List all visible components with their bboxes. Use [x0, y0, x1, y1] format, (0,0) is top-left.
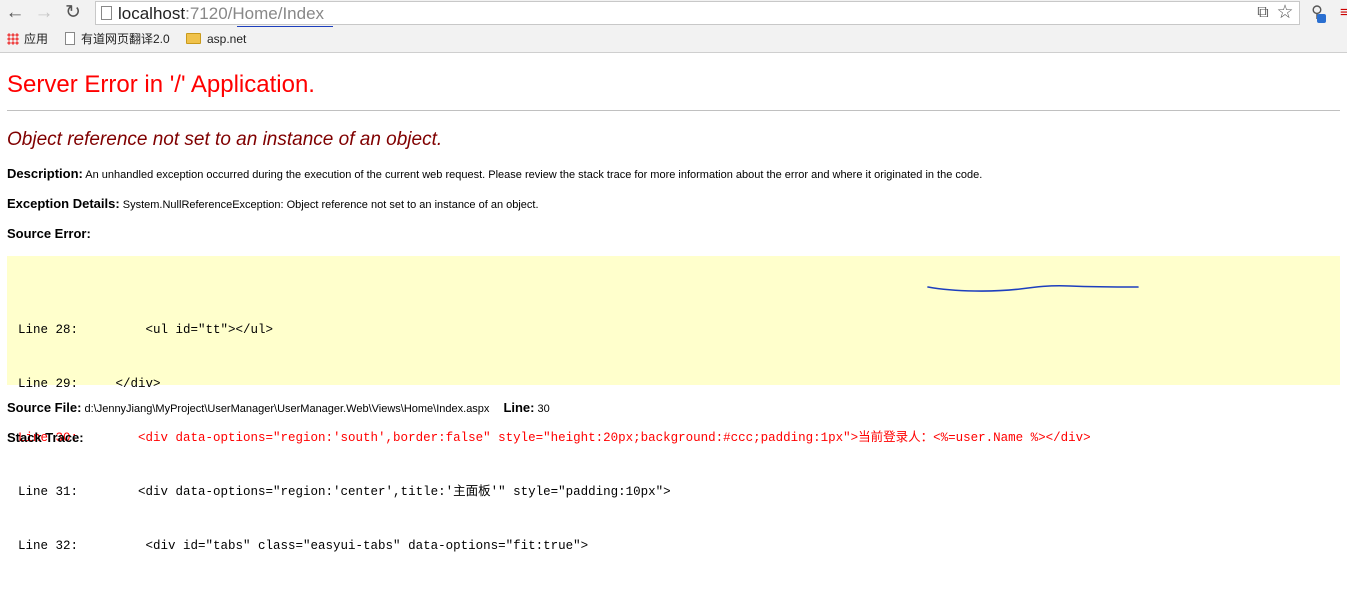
description-row: Description: An unhandled exception occu… [7, 167, 982, 182]
star-icon[interactable]: ☆ [1274, 2, 1296, 24]
extension-icon[interactable]: ⚲ [1306, 2, 1328, 24]
source-code-box: Line 28: <ul id="tt"></ul> Line 29: </di… [7, 256, 1340, 553]
exception-row: Exception Details: System.NullReferenceE… [7, 197, 539, 212]
bookmark-label: asp.net [207, 32, 247, 46]
back-arrow-icon[interactable]: ← [4, 2, 26, 24]
code-line-29: Line 29: </div> [18, 377, 161, 391]
exception-label: Exception Details: [7, 196, 120, 211]
bookmark-label: 有道网页翻译2.0 [81, 32, 170, 46]
code-line-30-error: Line 30: <div data-options="region:'sout… [18, 431, 1091, 445]
source-file-path: d:\JennyJiang\MyProject\UserManager\User… [81, 403, 490, 415]
stack-trace-label: Stack Trace: [7, 430, 84, 445]
stack-trace-row: Stack Trace: [7, 431, 84, 446]
page-icon [65, 32, 75, 45]
folder-icon [186, 33, 201, 44]
address-bar[interactable]: localhost:7120/Home/Index [95, 1, 1300, 25]
error-title: Server Error in '/' Application. [7, 71, 315, 98]
bookmark-youdao[interactable]: 有道网页翻译2.0 [65, 31, 170, 48]
exception-text: System.NullReferenceException: Object re… [119, 199, 539, 211]
url-port: :7120 [185, 4, 228, 23]
bookmarks-bar: 应用 有道网页翻译2.0 asp.net [0, 27, 1347, 53]
translate-icon[interactable]: ⧉ [1252, 2, 1274, 24]
bookmark-label: 应用 [24, 32, 49, 46]
source-error-row: Source Error: [7, 227, 91, 242]
error-subtitle: Object reference not set to an instance … [7, 129, 443, 150]
description-text: An unhandled exception occurred during t… [82, 169, 983, 181]
url-path: /Home/Index [227, 4, 325, 23]
url-host: localhost [118, 4, 186, 23]
url-text: localhost:7120/Home/Index [118, 3, 324, 24]
description-label: Description: [7, 166, 83, 181]
forward-arrow-icon[interactable]: → [33, 2, 55, 24]
source-file-row: Source File: d:\JennyJiang\MyProject\Use… [7, 401, 550, 416]
line-label: Line: [503, 400, 535, 415]
browser-toolbar: ← → ↻ localhost:7120/Home/Index ⧉ ☆ ⚲ ≡ [0, 0, 1347, 28]
bookmark-apps[interactable]: 应用 [7, 31, 48, 48]
apps-grid-icon [7, 33, 19, 45]
code-line-28: Line 28: <ul id="tt"></ul> [18, 323, 274, 337]
page-content: Server Error in '/' Application. Object … [0, 53, 1347, 553]
page-icon [101, 6, 112, 20]
divider [7, 110, 1340, 111]
code-line-32: Line 32: <div id="tabs" class="easyui-ta… [18, 539, 589, 553]
source-error-label: Source Error: [7, 226, 91, 241]
source-file-label: Source File: [7, 400, 82, 415]
menu-icon[interactable]: ≡ [1340, 3, 1347, 23]
reload-icon[interactable]: ↻ [62, 2, 84, 24]
line-number: 30 [534, 403, 550, 415]
source-code-lines: Line 28: <ul id="tt"></ul> Line 29: </di… [18, 285, 1091, 591]
bookmark-aspnet[interactable]: asp.net [186, 31, 246, 48]
code-line-31: Line 31: <div data-options="region:'cent… [18, 485, 671, 499]
